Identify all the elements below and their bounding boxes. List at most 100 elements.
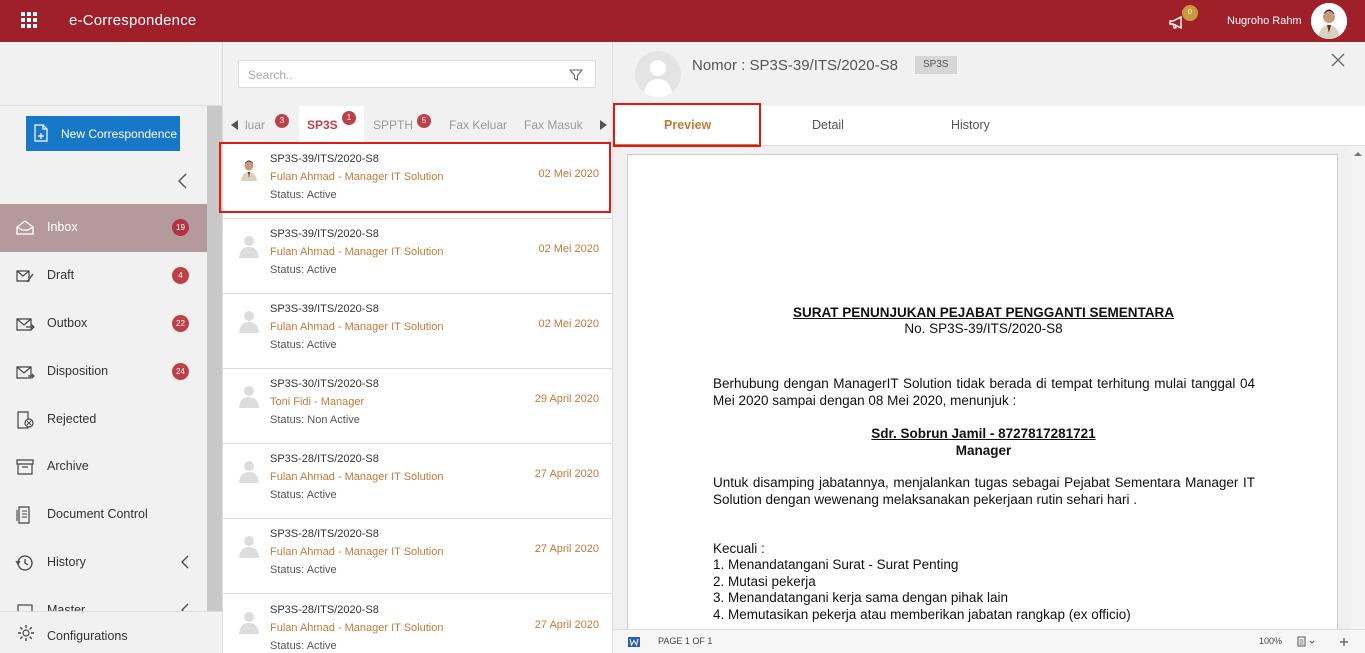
- sidebar-item-archive[interactable]: Archive: [0, 443, 207, 491]
- tab-history[interactable]: History: [951, 118, 990, 132]
- sidebar-item-outbox[interactable]: Outbox 22: [0, 300, 207, 348]
- close-icon[interactable]: [1331, 53, 1345, 67]
- detail-title: Nomor : SP3S-39/ITS/2020-S8: [692, 57, 898, 74]
- sidebar-item-inbox[interactable]: Inbox 19: [0, 204, 207, 252]
- sender-avatar: [241, 160, 257, 181]
- configurations-label: Configurations: [47, 629, 128, 643]
- scroll-up-icon[interactable]: [1351, 149, 1365, 159]
- tab-detail[interactable]: Detail: [812, 118, 844, 132]
- default-avatar-icon: [239, 612, 259, 634]
- sender-name: Fulan Ahmad - Manager IT Solution: [270, 171, 444, 183]
- status-text: Status: Active: [270, 640, 337, 652]
- outbox-icon: [16, 318, 35, 331]
- tab-luar[interactable]: luar: [245, 118, 265, 132]
- chevron-left-icon: [181, 603, 189, 611]
- document-title: SURAT PENUNJUKAN PEJABAT PENGGANTI SEMEN…: [792, 305, 1175, 320]
- detail-tabs: Preview Detail History: [613, 106, 1365, 146]
- date-text: 29 April 2020: [534, 393, 599, 405]
- view-options-icon[interactable]: [1297, 636, 1317, 648]
- list-item[interactable]: SP3S-39/ITS/2020-S8 Fulan Ahmad - Manage…: [223, 219, 612, 294]
- page-indicator: PAGE 1 OF 1: [658, 636, 713, 646]
- user-avatar[interactable]: [1311, 3, 1347, 39]
- correspondence-number: SP3S-28/ITS/2020-S8: [270, 528, 379, 540]
- new-correspondence-button[interactable]: New Correspondence: [26, 116, 180, 151]
- history-icon: [15, 555, 33, 571]
- document-status-bar: PAGE 1 OF 1 100%: [613, 629, 1365, 653]
- default-avatar-icon: [239, 311, 259, 333]
- document-number: No. SP3S-39/ITS/2020-S8: [904, 321, 1063, 336]
- tab-sp3s[interactable]: SP3S: [307, 118, 338, 132]
- zoom-in-icon[interactable]: [1339, 637, 1349, 647]
- search-input[interactable]: [248, 66, 548, 84]
- app-title: e-Correspondence: [69, 12, 197, 29]
- master-icon: [17, 604, 33, 611]
- category-tabs: luar 3 SP3S 1 SPPTH 5 Fax Keluar Fax Mas…: [223, 106, 612, 144]
- default-avatar-icon: [239, 536, 259, 558]
- detail-header: Nomor : SP3S-39/ITS/2020-S8 SP3S: [613, 42, 1365, 106]
- document-preview: SURAT PENUNJUKAN PEJABAT PENGGANTI SEMEN…: [613, 146, 1365, 629]
- date-text: 02 Mei 2020: [538, 168, 599, 180]
- sidebar-item-disposition[interactable]: Disposition 24: [0, 348, 207, 396]
- notification-button[interactable]: 0: [1168, 5, 1198, 33]
- category-tag: SP3S: [915, 56, 957, 74]
- date-text: 27 April 2020: [534, 468, 599, 480]
- status-text: Status: Active: [270, 564, 337, 576]
- exception-item: 1. Menandatangani Surat - Surat Penting: [713, 557, 959, 572]
- list-item[interactable]: SP3S-39/ITS/2020-S8 Fulan Ahmad - Manage…: [223, 294, 612, 369]
- list-item[interactable]: SP3S-28/ITS/2020-S8 Fulan Ahmad - Manage…: [223, 444, 612, 519]
- sidebar-item-label: Rejected: [47, 412, 97, 426]
- list-item[interactable]: SP3S-28/ITS/2020-S8 Fulan Ahmad - Manage…: [223, 595, 612, 653]
- outbox-count-badge: 22: [172, 315, 189, 332]
- exception-item: 4. Memutasikan pekerja atau memberikan j…: [713, 607, 1131, 622]
- correspondence-number: SP3S-30/ITS/2020-S8: [270, 378, 379, 390]
- list-item[interactable]: SP3S-28/ITS/2020-S8 Fulan Ahmad - Manage…: [223, 519, 612, 594]
- sidebar-item-master[interactable]: Master: [0, 587, 207, 611]
- user-name[interactable]: Nugroho Rahm: [1227, 15, 1302, 27]
- sender-name: Fulan Ahmad - Manager IT Solution: [270, 546, 444, 558]
- correspondence-number: SP3S-39/ITS/2020-S8: [270, 228, 379, 240]
- exception-item: 3. Menandatangani kerja sama dengan piha…: [713, 590, 1008, 605]
- status-text: Status: Non Active: [270, 414, 360, 426]
- sidebar-item-label: Draft: [47, 268, 75, 282]
- tabs-scroll-left-icon[interactable]: [227, 117, 243, 133]
- sender-name: Fulan Ahmad - Manager IT Solution: [270, 622, 444, 634]
- list-item[interactable]: SP3S-30/ITS/2020-S8 Toni Fidi - Manager …: [223, 369, 612, 444]
- tabs-scroll-right-icon[interactable]: [595, 117, 611, 133]
- sidebar-item-history[interactable]: History: [0, 539, 207, 587]
- tab-fax-keluar[interactable]: Fax Keluar: [449, 118, 507, 132]
- configurations-button[interactable]: Configurations: [0, 611, 222, 653]
- search-box: [238, 60, 596, 88]
- tab-fax-masuk[interactable]: Fax Masuk: [524, 118, 583, 132]
- tab-luar-badge: 3: [275, 114, 289, 128]
- sidebar-item-document-control[interactable]: Document Control: [0, 491, 207, 539]
- correspondence-number: SP3S-39/ITS/2020-S8: [270, 303, 379, 315]
- sidebar-scrollbar[interactable]: [207, 106, 222, 611]
- sidebar-item-label: Outbox: [47, 316, 88, 330]
- new-document-icon: [34, 124, 48, 142]
- document-paragraph: Untuk disamping jabatannya, menjalankan …: [713, 475, 1255, 507]
- status-text: Status: Active: [270, 189, 337, 201]
- sender-name: Fulan Ahmad - Manager IT Solution: [270, 246, 444, 258]
- document-scrollbar[interactable]: [1351, 146, 1365, 629]
- sidebar-item-rejected[interactable]: Rejected: [0, 396, 207, 444]
- date-text: 27 April 2020: [534, 619, 599, 631]
- list-item[interactable]: SP3S-39/ITS/2020-S8 Fulan Ahmad - Manage…: [223, 144, 612, 219]
- sender-name: Toni Fidi - Manager: [270, 396, 365, 408]
- sidebar-item-label: Document Control: [47, 507, 148, 521]
- document-page: SURAT PENUNJUKAN PEJABAT PENGGANTI SEMEN…: [627, 154, 1338, 629]
- sidebar-item-draft[interactable]: Draft 4: [0, 252, 207, 300]
- chevron-left-icon: [181, 555, 189, 569]
- collapse-sidebar-icon[interactable]: [176, 172, 190, 190]
- new-correspondence-label: New Correspondence: [61, 127, 178, 141]
- tab-preview[interactable]: Preview: [664, 118, 711, 132]
- detail-panel: Nomor : SP3S-39/ITS/2020-S8 SP3S Preview…: [613, 42, 1365, 653]
- sidebar-item-label: History: [47, 555, 86, 569]
- default-avatar-icon: [239, 236, 259, 258]
- inbox-icon: [16, 220, 34, 235]
- word-document-icon: [628, 637, 640, 647]
- correspondence-number: SP3S-39/ITS/2020-S8: [270, 153, 379, 165]
- tab-sppth[interactable]: SPPTH: [373, 118, 413, 132]
- apps-grid-icon[interactable]: [21, 12, 37, 28]
- sidebar-header: [0, 42, 222, 106]
- filter-icon[interactable]: [569, 68, 583, 82]
